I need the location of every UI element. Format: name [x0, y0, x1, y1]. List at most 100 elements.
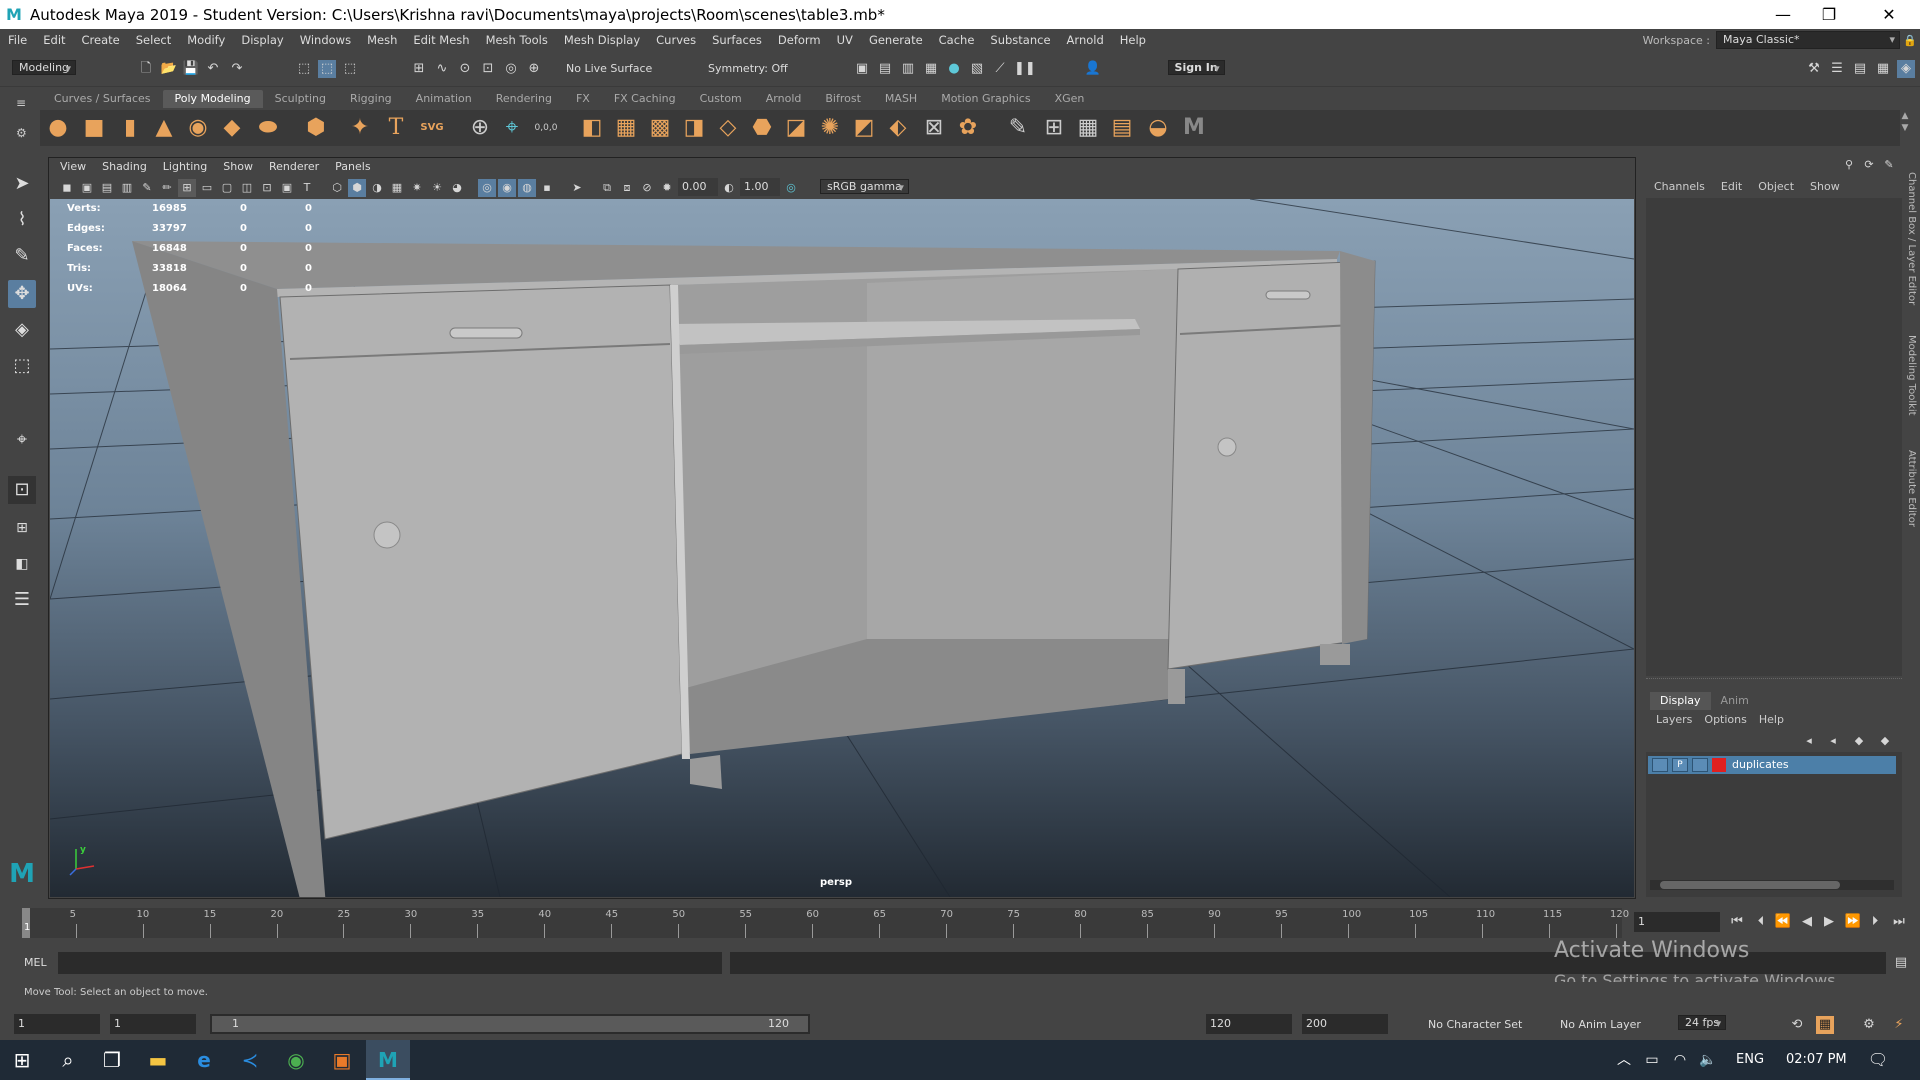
channel-box[interactable]: [1646, 198, 1902, 676]
menu-substance[interactable]: Substance: [982, 29, 1058, 51]
type-tool-icon[interactable]: T: [382, 114, 410, 142]
layout-uv-icon[interactable]: ◒: [1144, 114, 1172, 142]
step-back-frame-icon[interactable]: ⏴: [1752, 913, 1770, 931]
panel-refresh-icon[interactable]: ⟳: [1860, 156, 1878, 174]
undo-icon[interactable]: ↶: [204, 60, 222, 78]
layer-menu-help[interactable]: Help: [1753, 711, 1790, 729]
layer-menu-options[interactable]: Options: [1698, 711, 1752, 729]
animation-prefs-icon[interactable]: ⚡: [1890, 1016, 1908, 1034]
super-shape-icon[interactable]: ✦: [346, 114, 374, 142]
new-layer-icon[interactable]: ◆: [1850, 732, 1868, 750]
fps-dropdown[interactable]: 24 fps: [1678, 1015, 1727, 1030]
minimize-button[interactable]: —: [1760, 0, 1806, 29]
poly-torus-icon[interactable]: ◉: [184, 114, 212, 142]
time-slider[interactable]: 1 5 10 15 20 25 30 35 40 45 50 55 60 65 70 75 80 85 90 95 1…: [0, 902, 1920, 942]
channel-box-icon[interactable]: ▦: [1874, 60, 1892, 78]
safe-title-icon[interactable]: T: [298, 179, 316, 197]
windows-start-icon[interactable]: ⊞: [0, 1040, 44, 1080]
move-tool-icon[interactable]: ✥: [8, 280, 36, 308]
range-handle[interactable]: [212, 1016, 808, 1032]
move-layer-down-icon[interactable]: ◂: [1824, 732, 1842, 750]
workspace-dropdown[interactable]: Maya Classic*: [1716, 31, 1900, 49]
symmetry-label[interactable]: Symmetry: Off: [708, 60, 804, 78]
pause-icon[interactable]: ❚❚: [1014, 60, 1036, 78]
last-tool-icon[interactable]: ⌖: [8, 426, 36, 454]
tab-rendering[interactable]: Rendering: [484, 90, 564, 108]
menu-select[interactable]: Select: [128, 29, 179, 51]
menu-mesh-display[interactable]: Mesh Display: [556, 29, 648, 51]
step-forward-frame-icon[interactable]: ⏵: [1866, 913, 1884, 931]
notifications-icon[interactable]: 🗨: [1856, 1040, 1900, 1080]
layer-color-swatch[interactable]: [1712, 758, 1726, 772]
reduce-icon[interactable]: ⊠: [920, 114, 948, 142]
maya-script-icon[interactable]: M: [1180, 114, 1208, 142]
poly-cube-icon[interactable]: ■: [80, 114, 108, 142]
bevel-icon[interactable]: ⌖: [498, 114, 526, 142]
cb-menu-edit[interactable]: Edit: [1713, 178, 1750, 196]
paint-select-icon[interactable]: ✎: [8, 242, 36, 270]
poly-disc-icon[interactable]: ⬬: [254, 114, 282, 142]
multi-cut-icon[interactable]: ◇: [714, 114, 742, 142]
layer-menu-layers[interactable]: Layers: [1650, 711, 1698, 729]
mel-label[interactable]: MEL: [24, 956, 47, 969]
tab-xgen[interactable]: XGen: [1043, 90, 1097, 108]
cb-menu-channels[interactable]: Channels: [1646, 178, 1713, 196]
search-icon[interactable]: ⌕: [46, 1040, 90, 1080]
menu-surfaces[interactable]: Surfaces: [704, 29, 770, 51]
render-settings-icon[interactable]: ▦: [922, 60, 940, 78]
smooth-shade-icon[interactable]: ⬢: [348, 179, 366, 197]
sign-in-button[interactable]: Sign In: [1167, 60, 1225, 75]
scale-tool-icon[interactable]: ⬚: [8, 352, 36, 380]
step-forward-key-icon[interactable]: ⏩: [1844, 913, 1862, 931]
menu-windows[interactable]: Windows: [292, 29, 359, 51]
preferences-icon[interactable]: ⚙: [1860, 1016, 1878, 1034]
menu-mesh[interactable]: Mesh: [359, 29, 405, 51]
uv-editor-icon[interactable]: ⊞: [1040, 114, 1068, 142]
exposure-field[interactable]: 0.00: [678, 178, 718, 196]
select-component-icon[interactable]: ⬚: [341, 60, 359, 78]
fill-hole-icon[interactable]: ◨: [680, 114, 708, 142]
tab-fx[interactable]: FX: [564, 90, 602, 108]
shelf-settings-icon[interactable]: ⚙: [16, 126, 27, 140]
redo-icon[interactable]: ↷: [228, 60, 246, 78]
combine-icon[interactable]: ⊕: [466, 114, 494, 142]
start-time-field[interactable]: 1: [14, 1014, 100, 1034]
vp-menu-panels[interactable]: Panels: [327, 158, 378, 176]
range-bar[interactable]: [210, 1014, 810, 1034]
file-explorer-icon[interactable]: ▬: [136, 1040, 180, 1080]
script-editor-icon[interactable]: ▤: [1892, 954, 1910, 972]
bridge-icon[interactable]: ▦: [612, 114, 640, 142]
volume-icon[interactable]: 🔈: [1686, 1040, 1730, 1080]
film-gate-icon[interactable]: ▭: [198, 179, 216, 197]
render-frame-icon[interactable]: ▣: [853, 60, 871, 78]
timeline-track[interactable]: [22, 908, 1622, 938]
camera-attributes-icon[interactable]: ▣: [78, 179, 96, 197]
xray-icon[interactable]: ◎: [478, 179, 496, 197]
ipr-render-icon[interactable]: ▥: [899, 60, 917, 78]
tab-display[interactable]: Display: [1650, 692, 1711, 710]
lasso-tool-icon[interactable]: ⌇: [8, 206, 36, 234]
render-view-icon[interactable]: ▧: [968, 60, 986, 78]
uv-icon[interactable]: ✿: [954, 114, 982, 142]
ambient-occlusion-icon[interactable]: ◕: [448, 179, 466, 197]
tab-animation[interactable]: Animation: [404, 90, 484, 108]
tab-sculpting[interactable]: Sculpting: [263, 90, 338, 108]
tab-custom[interactable]: Custom: [688, 90, 754, 108]
layer-type-toggle[interactable]: [1692, 758, 1708, 772]
poly-plane-icon[interactable]: ◆: [218, 114, 246, 142]
cb-menu-show[interactable]: Show: [1802, 178, 1848, 196]
vscode-icon[interactable]: ≺: [228, 1040, 272, 1080]
layer-name[interactable]: duplicates: [1732, 758, 1789, 772]
menu-arnold[interactable]: Arnold: [1059, 29, 1112, 51]
current-frame-field[interactable]: 1: [1634, 912, 1720, 932]
play-backwards-icon[interactable]: ◀: [1798, 913, 1816, 931]
vp-menu-shading[interactable]: Shading: [94, 158, 155, 176]
wireframe-on-shaded-icon[interactable]: ◑: [368, 179, 386, 197]
tab-poly-modeling[interactable]: Poly Modeling: [162, 90, 263, 108]
tab-bifrost[interactable]: Bifrost: [813, 90, 873, 108]
hypershade-icon[interactable]: ●: [945, 60, 963, 78]
outliner-icon[interactable]: ☰: [8, 586, 36, 614]
rotate-tool-icon[interactable]: ◈: [8, 316, 36, 344]
app-icon[interactable]: ▣: [320, 1040, 364, 1080]
menu-mesh-tools[interactable]: Mesh Tools: [478, 29, 556, 51]
